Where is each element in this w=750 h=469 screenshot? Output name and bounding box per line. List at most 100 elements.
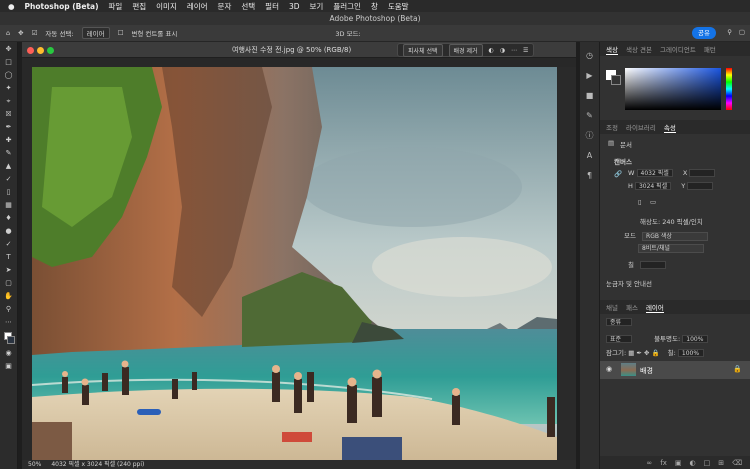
stamp-icon[interactable]: ▲ xyxy=(3,161,15,172)
move-tool-icon[interactable]: ✥ xyxy=(18,29,23,37)
quick-select-icon[interactable]: ✦ xyxy=(3,83,15,94)
group-icon[interactable]: □ xyxy=(704,459,711,467)
healing-icon[interactable]: ✚ xyxy=(3,135,15,146)
link-dimensions-icon[interactable]: 🔗 xyxy=(614,170,622,178)
layer-row-background[interactable]: ◉ 배경 🔒 xyxy=(600,361,750,379)
blend-mode-select[interactable]: 표준 xyxy=(606,335,632,343)
actions-icon[interactable]: ▶ xyxy=(584,70,596,82)
y-input[interactable] xyxy=(687,182,714,190)
fill-swatch[interactable] xyxy=(640,261,667,269)
app-menu[interactable]: Photoshop (Beta) xyxy=(25,2,99,11)
blur-icon[interactable]: ♦ xyxy=(3,213,15,224)
shape-icon[interactable]: ▢ xyxy=(3,278,15,289)
menu-plugins[interactable]: 플러그인 xyxy=(333,1,361,12)
dodge-icon[interactable]: ● xyxy=(3,226,15,237)
tab-properties[interactable]: 속성 xyxy=(663,122,676,133)
tab-color[interactable]: 색상 xyxy=(606,44,618,55)
color-field[interactable] xyxy=(625,68,721,110)
menu-help[interactable]: 도움말 xyxy=(388,1,409,12)
frame-icon[interactable]: ☒ xyxy=(3,109,15,120)
more-tools-icon[interactable]: ⋯ xyxy=(3,317,15,328)
hand-icon[interactable]: ✋ xyxy=(3,291,15,302)
zoom-window-button[interactable] xyxy=(47,47,54,54)
bit-depth-select[interactable]: 8비트/채널 xyxy=(638,244,704,253)
opacity-input[interactable]: 100% xyxy=(682,335,709,343)
close-window-button[interactable] xyxy=(27,47,34,54)
taskbar-menu-icon[interactable]: ☰ xyxy=(523,47,528,54)
x-input[interactable] xyxy=(689,169,716,177)
lock-icons[interactable]: ▦ ✒ ✥ 🔒 xyxy=(628,349,659,357)
fx-icon[interactable]: fx xyxy=(660,459,667,467)
hue-slider[interactable] xyxy=(726,68,732,110)
mask-icon[interactable]: ◐ xyxy=(489,47,494,54)
kind-filter-select[interactable]: 종류 xyxy=(606,318,632,326)
pen-icon[interactable]: ✓ xyxy=(3,239,15,250)
tab-patterns[interactable]: 패턴 xyxy=(704,44,716,54)
color-swatches[interactable] xyxy=(3,330,15,346)
more-icon[interactable]: ⋯ xyxy=(511,47,517,54)
apple-icon[interactable]: ● xyxy=(8,2,15,11)
adjust-icon[interactable]: ◑ xyxy=(500,47,505,54)
transform-checkbox[interactable]: ☐ xyxy=(118,29,124,37)
background-color-swatch[interactable] xyxy=(611,75,621,85)
rulers-guides-header[interactable]: 눈금자 및 안내선 xyxy=(606,278,652,288)
eraser-icon[interactable]: ▯ xyxy=(3,187,15,198)
auto-select-checkbox[interactable]: ☑ xyxy=(32,29,38,37)
brushes-icon[interactable]: ✎ xyxy=(584,110,596,122)
zoom-level[interactable]: 50% xyxy=(28,460,41,469)
tab-channels[interactable]: 채널 xyxy=(606,302,618,312)
menu-edit[interactable]: 편집 xyxy=(132,1,146,12)
portrait-icon[interactable]: ▯ xyxy=(638,198,642,206)
new-layer-icon[interactable]: ⊞ xyxy=(718,459,724,467)
tab-adjustments[interactable]: 조정 xyxy=(606,122,618,132)
adjustment-layer-icon[interactable]: ◐ xyxy=(689,459,695,467)
history-brush-icon[interactable]: ✓ xyxy=(3,174,15,185)
move-icon[interactable]: ✥ xyxy=(3,44,15,55)
delete-layer-icon[interactable]: ⌫ xyxy=(732,459,742,467)
info-icon[interactable]: ⓘ xyxy=(584,130,596,142)
tab-paths[interactable]: 패스 xyxy=(626,302,638,312)
home-icon[interactable]: ⌂ xyxy=(6,29,10,37)
add-mask-icon[interactable]: ▣ xyxy=(675,459,682,467)
marquee-icon[interactable]: □ xyxy=(3,57,15,68)
minimize-window-button[interactable] xyxy=(37,47,44,54)
tab-layers[interactable]: 레이어 xyxy=(645,302,664,313)
menu-3d[interactable]: 3D xyxy=(289,2,300,11)
type-icon[interactable]: T xyxy=(3,252,15,263)
menu-window[interactable]: 창 xyxy=(371,1,378,12)
character-icon[interactable]: A xyxy=(584,150,596,162)
menu-layer[interactable]: 레이어 xyxy=(187,1,208,12)
menu-select[interactable]: 선택 xyxy=(241,1,255,12)
width-input[interactable]: 4032 픽셀 xyxy=(636,169,673,177)
select-subject-button[interactable]: 피사체 선택 xyxy=(403,43,443,57)
canvas-section-header[interactable]: 캔버스 xyxy=(614,156,632,166)
paragraph-icon[interactable]: ¶ xyxy=(584,170,596,182)
eyedropper-icon[interactable]: ✒ xyxy=(3,122,15,133)
tab-gradients[interactable]: 그레이디언트 xyxy=(660,44,696,54)
brush-icon[interactable]: ✎ xyxy=(3,148,15,159)
workspace-icon[interactable]: ▢ xyxy=(739,28,745,36)
layer-select[interactable]: 레이어 xyxy=(81,27,110,39)
crop-icon[interactable]: ⌖ xyxy=(3,96,15,107)
image-canvas[interactable] xyxy=(32,67,557,460)
screen-mode-icon[interactable]: ▣ xyxy=(3,361,15,372)
height-input[interactable]: 3024 픽셀 xyxy=(634,182,672,190)
menu-type[interactable]: 문자 xyxy=(218,1,232,12)
lasso-icon[interactable]: ◯ xyxy=(3,70,15,81)
shapes-icon[interactable]: ■ xyxy=(584,90,596,102)
menu-view[interactable]: 보기 xyxy=(310,1,324,12)
tab-libraries[interactable]: 라이브러리 xyxy=(626,122,656,132)
search-icon[interactable]: ⚲ xyxy=(727,28,732,36)
quick-mask-icon[interactable]: ◉ xyxy=(3,348,15,359)
menu-image[interactable]: 이미지 xyxy=(156,1,177,12)
link-layers-icon[interactable]: ∞ xyxy=(646,459,652,467)
gradient-icon[interactable]: ▦ xyxy=(3,200,15,211)
layer-name[interactable]: 배경 xyxy=(640,366,653,376)
menu-filter[interactable]: 필터 xyxy=(265,1,279,12)
zoom-icon[interactable]: ⚲ xyxy=(3,304,15,315)
remove-background-button[interactable]: 배경 제거 xyxy=(448,43,483,57)
eye-icon[interactable]: ◉ xyxy=(606,365,612,373)
vertical-scrollbar[interactable] xyxy=(558,67,576,460)
tab-swatches[interactable]: 색상 견본 xyxy=(626,44,652,54)
mode-select[interactable]: RGB 색상 xyxy=(642,231,709,241)
